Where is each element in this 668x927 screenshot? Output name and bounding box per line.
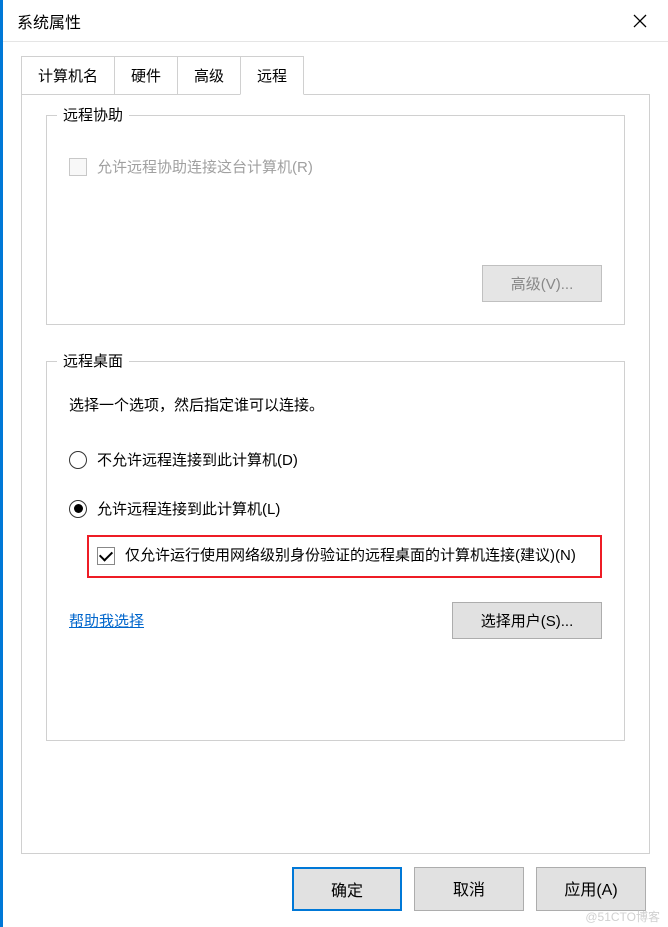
group-title-assist: 远程协助 [57, 104, 129, 125]
help-link[interactable]: 帮助我选择 [69, 610, 144, 631]
radio-allow[interactable] [69, 500, 87, 518]
radio-allow-row[interactable]: 允许远程连接到此计算机(L) [69, 498, 602, 519]
nla-checkbox-row[interactable]: 仅允许运行使用网络级别身份验证的远程桌面的计算机连接(建议)(N) [97, 545, 590, 568]
titlebar: 系统属性 [3, 0, 668, 42]
select-users-button[interactable]: 选择用户(S)... [452, 602, 602, 639]
apply-button[interactable]: 应用(A) [536, 867, 646, 911]
dialog-buttons: 确定 取消 应用(A) [292, 867, 646, 911]
radio-disallow-row[interactable]: 不允许远程连接到此计算机(D) [69, 449, 602, 470]
nla-label: 仅允许运行使用网络级别身份验证的远程桌面的计算机连接(建议)(N) [125, 545, 576, 568]
watermark: @51CTO博客 [585, 908, 660, 925]
close-icon [633, 14, 647, 28]
tab-computer-name[interactable]: 计算机名 [21, 56, 115, 95]
tab-strip: 计算机名 硬件 高级 远程 [3, 42, 668, 95]
radio-disallow[interactable] [69, 451, 87, 469]
remote-desktop-desc: 选择一个选项，然后指定谁可以连接。 [69, 394, 602, 415]
assist-advanced-button: 高级(V)... [482, 265, 602, 302]
allow-remote-assist-checkbox [69, 158, 87, 176]
group-remote-assist: 远程协助 允许远程协助连接这台计算机(R) 高级(V)... [46, 115, 625, 325]
group-title-desktop: 远程桌面 [57, 350, 129, 371]
ok-button[interactable]: 确定 [292, 867, 402, 911]
close-button[interactable] [612, 0, 668, 42]
tab-remote[interactable]: 远程 [240, 56, 304, 95]
tab-content-remote: 远程协助 允许远程协助连接这台计算机(R) 高级(V)... 远程桌面 选择一个… [21, 94, 650, 854]
tab-advanced[interactable]: 高级 [177, 56, 241, 95]
group-remote-desktop: 远程桌面 选择一个选项，然后指定谁可以连接。 不允许远程连接到此计算机(D) 允… [46, 361, 625, 741]
nla-checkbox[interactable] [97, 547, 115, 565]
radio-disallow-label: 不允许远程连接到此计算机(D) [97, 449, 298, 470]
radio-allow-label: 允许远程连接到此计算机(L) [97, 498, 280, 519]
cancel-button[interactable]: 取消 [414, 867, 524, 911]
tab-hardware[interactable]: 硬件 [114, 56, 178, 95]
nla-highlight: 仅允许运行使用网络级别身份验证的远程桌面的计算机连接(建议)(N) [87, 535, 602, 578]
allow-remote-assist-label: 允许远程协助连接这台计算机(R) [97, 156, 313, 177]
allow-remote-assist-row: 允许远程协助连接这台计算机(R) [69, 156, 602, 177]
window-title: 系统属性 [17, 9, 612, 33]
